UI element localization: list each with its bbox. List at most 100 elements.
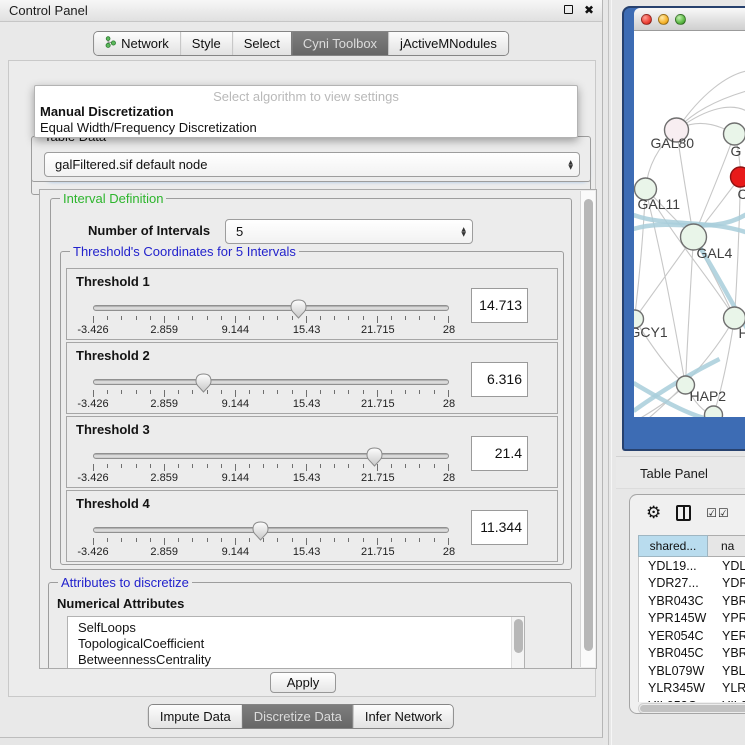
list-item-betweennesscentrality[interactable]: BetweennessCentrality (68, 652, 524, 668)
tick-label: -3.426 (77, 472, 108, 484)
slider-track[interactable] (93, 453, 449, 459)
list-item-selfloops[interactable]: SelfLoops (68, 620, 524, 636)
slider-tick-labels: -3.4262.8599.14415.4321.71528 (93, 546, 449, 558)
table-row[interactable]: YIL052CYIL0 (639, 697, 745, 702)
tab-jactivemnodules[interactable]: jActiveMNodules (388, 32, 508, 55)
table-row[interactable]: YBR043CYBR0 (639, 592, 745, 610)
tick-mark (93, 390, 94, 397)
tab-network[interactable]: Network (94, 32, 180, 55)
num-intervals-label: Number of Intervals (88, 223, 210, 238)
checkbox-icons[interactable]: ☑☑ (706, 506, 730, 520)
tick-mark (334, 390, 335, 394)
columns-icon[interactable] (676, 505, 691, 521)
threshold-slider-3[interactable]: -3.4262.8599.14415.4321.71528 (93, 447, 449, 483)
slider-track[interactable] (93, 305, 449, 311)
close-icon[interactable]: ✖ (584, 3, 594, 17)
tab-select[interactable]: Select (232, 32, 291, 55)
tick-mark (448, 464, 449, 471)
tick-mark (320, 464, 321, 468)
tick-mark (334, 464, 335, 468)
tick-mark (434, 390, 435, 394)
tab-style[interactable]: Style (180, 32, 232, 55)
attributes-scrollbar[interactable] (511, 617, 524, 669)
slider-tick-labels: -3.4262.8599.14415.4321.71528 (93, 398, 449, 410)
column-header-2[interactable]: na (708, 535, 745, 557)
table-row[interactable]: YBL079WYBL0 (639, 662, 745, 680)
float-window-icon[interactable] (564, 5, 575, 16)
dropdown-placeholder: Select algorithm to view settings (35, 86, 577, 104)
num-intervals-combobox[interactable]: 5 ▲▼ (225, 219, 473, 244)
threshold-value-field[interactable]: 14.713 (471, 288, 528, 323)
threshold-label: Threshold 4 (76, 496, 150, 511)
tick-mark (235, 464, 236, 471)
threshold-slider-2[interactable]: -3.4262.8599.14415.4321.71528 (93, 373, 449, 409)
table-data-combobox[interactable]: galFiltered.sif default node ▲▼ (44, 152, 580, 177)
slider-track[interactable] (93, 379, 449, 385)
tick-mark (150, 538, 151, 542)
slider-track[interactable] (93, 527, 449, 533)
table-row[interactable]: YER054CYER0 (639, 627, 745, 645)
tick-mark (207, 538, 208, 542)
threshold-slider-1[interactable]: -3.4262.8599.14415.4321.71528 (93, 299, 449, 335)
table-row[interactable]: YDL19...YDL1 (639, 557, 745, 575)
threshold-value-field[interactable]: 6.316 (471, 362, 528, 397)
network-canvas[interactable]: GAL80GCGAL11GAL4GCY1HHAP2 (634, 31, 745, 417)
table-hscrollbar[interactable] (638, 703, 745, 714)
cell-name: YIL0 (709, 699, 745, 702)
dropdown-option-manual-discretization[interactable]: Manual Discretization (35, 104, 577, 120)
table-row[interactable]: YBR045CYBR0 (639, 645, 745, 663)
tab-label: Style (192, 36, 221, 51)
scrollbar-thumb[interactable] (514, 619, 523, 653)
tick-label: 21.715 (361, 546, 395, 558)
threshold-value-field[interactable]: 21.4 (471, 436, 528, 471)
list-item-topologicalcoefficient[interactable]: TopologicalCoefficient (68, 636, 524, 652)
panel-scrollbar[interactable] (580, 191, 595, 667)
zoom-traffic-light-icon[interactable] (675, 14, 686, 25)
tick-label: 2.859 (150, 472, 178, 484)
scrollbar-thumb[interactable] (640, 705, 745, 712)
apply-button[interactable]: Apply (270, 672, 336, 693)
tick-label: 2.859 (150, 398, 178, 410)
tab-cyni-toolbox[interactable]: Cyni Toolbox (291, 32, 388, 55)
network-node-g[interactable] (724, 123, 745, 145)
cell-shared-name: YPR145W (639, 611, 709, 625)
minimize-traffic-light-icon[interactable] (658, 14, 669, 25)
tick-mark (207, 464, 208, 468)
tick-mark (391, 390, 392, 394)
table-row[interactable]: YLR345WYLR3 (639, 680, 745, 698)
tick-mark (419, 316, 420, 320)
tick-label: 28 (443, 546, 455, 558)
gear-icon[interactable]: ⚙ (646, 505, 661, 522)
tab-discretize-data[interactable]: Discretize Data (242, 705, 353, 728)
cell-name: YBR0 (709, 646, 745, 660)
network-node-unlabeled[interactable] (705, 406, 723, 417)
tick-mark (221, 538, 222, 542)
slider-tick-labels: -3.4262.8599.14415.4321.71528 (93, 324, 449, 336)
column-header-1[interactable]: shared... (638, 535, 708, 557)
table-row[interactable]: YDR27...YDR2 (639, 575, 745, 593)
numerical-attributes-label: Numerical Attributes (57, 596, 184, 611)
tick-mark (93, 316, 94, 323)
tick-mark (235, 390, 236, 397)
dropdown-option-equal-width-frequency-discretization[interactable]: Equal Width/Frequency Discretization (35, 120, 577, 136)
close-traffic-light-icon[interactable] (641, 14, 652, 25)
table-row[interactable]: YPR145WYPR1 (639, 610, 745, 628)
tab-label: Cyni Toolbox (303, 36, 377, 51)
tab-impute-data[interactable]: Impute Data (149, 705, 242, 728)
network-node-c[interactable] (731, 167, 745, 187)
numerical-attributes-list[interactable]: SelfLoopsTopologicalCoefficientBetweenne… (67, 616, 525, 669)
tick-label: 28 (443, 472, 455, 484)
panel-splitter[interactable] (608, 0, 612, 745)
float-square-glyph (564, 5, 573, 14)
tick-mark (277, 464, 278, 468)
threshold-box-1: Threshold 1 -3.4262.8599.14415.4321.71528… (66, 268, 558, 340)
threshold-slider-4[interactable]: -3.4262.8599.14415.4321.71528 (93, 521, 449, 557)
network-window-titlebar[interactable] (634, 8, 745, 31)
threshold-label: Threshold 1 (76, 274, 150, 289)
tick-label: 21.715 (361, 398, 395, 410)
tick-mark (377, 390, 378, 397)
threshold-value-field[interactable]: 11.344 (471, 510, 528, 545)
scrollbar-thumb[interactable] (584, 199, 593, 651)
tab-infer-network[interactable]: Infer Network (353, 705, 453, 728)
tab-label: Discretize Data (254, 709, 342, 724)
